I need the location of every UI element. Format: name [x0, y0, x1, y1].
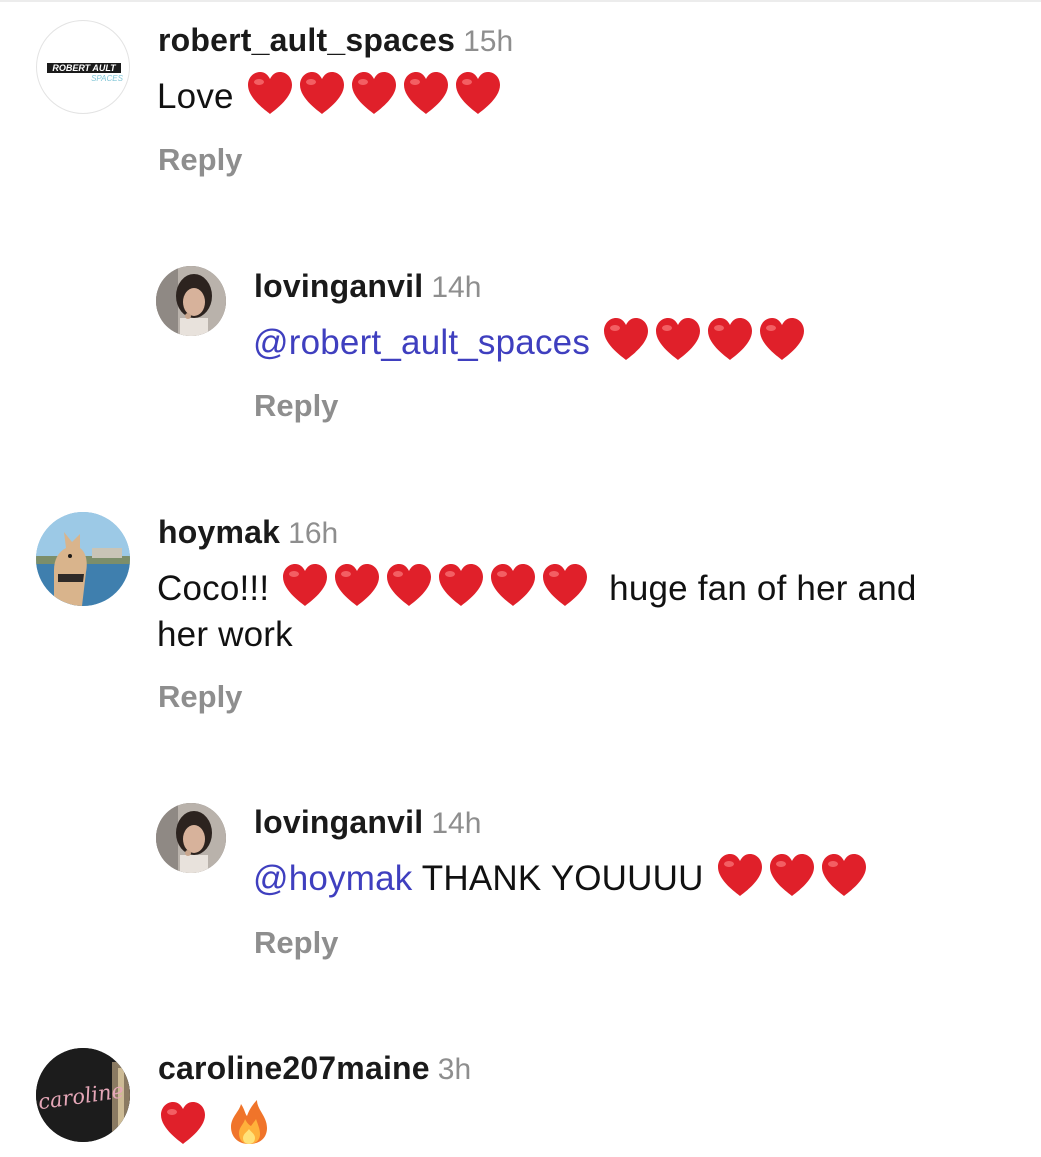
- emoji-group: [600, 318, 808, 362]
- timestamp: 14h: [431, 271, 482, 304]
- red-heart-icon: [819, 852, 869, 898]
- avatar-logo-line2: SPACES: [91, 74, 124, 83]
- red-heart-icon: [601, 316, 651, 362]
- username[interactable]: lovinganvil: [254, 804, 423, 840]
- red-heart-icon: [436, 562, 486, 608]
- username[interactable]: robert_ault_spaces: [158, 22, 455, 58]
- mention-link[interactable]: @robert_ault_spaces: [253, 323, 590, 362]
- reply-button[interactable]: Reply: [254, 927, 338, 958]
- red-heart-icon: [332, 562, 382, 608]
- username[interactable]: hoymak: [158, 514, 280, 550]
- comment-header: robert_ault_spaces 15h: [158, 24, 513, 57]
- red-heart-icon: [757, 316, 807, 362]
- red-heart-icon: [280, 562, 330, 608]
- red-heart-icon: [705, 316, 755, 362]
- comment-body: Coco!!!: [157, 569, 270, 608]
- fire-icon: [227, 1098, 271, 1146]
- red-heart-icon: [488, 562, 538, 608]
- emoji-group: [279, 564, 601, 608]
- emoji-group: [714, 854, 870, 898]
- avatar[interactable]: [36, 512, 130, 606]
- comment-header: hoymak 16h: [158, 516, 338, 549]
- red-heart-icon: [715, 852, 765, 898]
- comment-text: Love: [157, 70, 504, 120]
- username[interactable]: lovinganvil: [254, 268, 423, 304]
- comment-body: Love: [157, 77, 234, 116]
- username[interactable]: caroline207maine: [158, 1050, 430, 1086]
- red-heart-icon: [401, 70, 451, 116]
- avatar[interactable]: [156, 803, 226, 873]
- avatar[interactable]: [156, 266, 226, 336]
- emoji-group: [244, 72, 504, 116]
- mention-link[interactable]: @hoymak: [253, 859, 412, 898]
- emoji-group: [157, 1100, 272, 1146]
- red-heart-icon: [540, 562, 590, 608]
- timestamp: 16h: [288, 517, 339, 550]
- comment-header: lovinganvil 14h: [254, 806, 481, 839]
- avatar[interactable]: caroline: [36, 1048, 130, 1142]
- red-heart-icon: [245, 70, 295, 116]
- timestamp: 15h: [463, 25, 514, 58]
- timestamp: 3h: [437, 1053, 472, 1086]
- reply-button[interactable]: Reply: [158, 681, 242, 712]
- comment-text: @robert_ault_spaces: [253, 316, 808, 366]
- reply-button[interactable]: Reply: [254, 390, 338, 421]
- red-heart-icon: [767, 852, 817, 898]
- comment-text: [157, 1098, 272, 1150]
- top-divider: [0, 0, 1041, 2]
- comment-body-line2: her work: [157, 615, 293, 654]
- comment-text: @hoymak THANK YOUUUU: [253, 852, 870, 902]
- timestamp: 14h: [431, 807, 482, 840]
- avatar[interactable]: ROBERT AULT SPACES: [36, 20, 130, 114]
- comment-header: caroline207maine 3h: [158, 1052, 471, 1085]
- comment-body-continued: huge fan of her and: [609, 569, 917, 608]
- comment-body: THANK YOUUUU: [421, 859, 704, 898]
- red-heart-icon: [453, 70, 503, 116]
- red-heart-icon: [349, 70, 399, 116]
- red-heart-icon: [158, 1100, 208, 1146]
- red-heart-icon: [297, 70, 347, 116]
- red-heart-icon: [384, 562, 434, 608]
- red-heart-icon: [653, 316, 703, 362]
- reply-button[interactable]: Reply: [158, 144, 242, 175]
- comment-text: Coco!!! huge fan of her and her work: [157, 562, 1027, 658]
- avatar-logo-line1: ROBERT AULT: [52, 63, 117, 73]
- comment-header: lovinganvil 14h: [254, 270, 481, 303]
